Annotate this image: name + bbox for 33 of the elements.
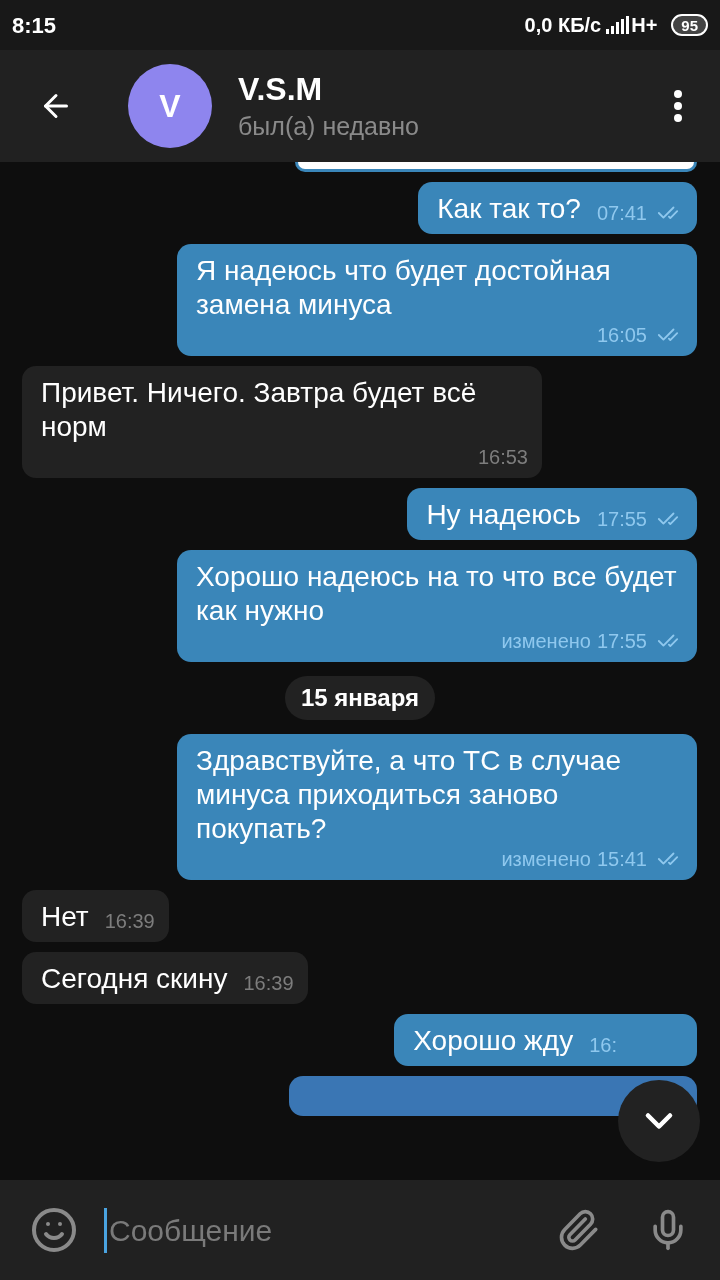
signal-icon — [605, 15, 630, 35]
message-time: 15:41 — [596, 847, 647, 871]
message-text: Я надеюсь что будет достойная замена минуса — [196, 254, 612, 322]
message-text: Хорошо надеюсь на то что все будет как нужно — [196, 560, 678, 628]
avatar: V — [128, 64, 212, 148]
message-time: 17:55 — [596, 507, 647, 531]
message-text: Нет — [41, 900, 89, 934]
edited-label: изменено — [501, 847, 591, 871]
message-time: 16:53 — [477, 445, 528, 469]
network-speed: 0,0 КБ/с — [524, 13, 602, 38]
message-text: Здравствуйте, а что ТС в случае минуса приходиться заново покупать? — [196, 744, 622, 846]
message-text: Сегодня скину — [41, 962, 228, 996]
menu-icon — [674, 90, 682, 122]
message-time: 17:55 — [596, 629, 647, 653]
message-time: 16: — [589, 1033, 617, 1057]
message-time: 07:41 — [596, 201, 647, 225]
message-composer[interactable]: Сообщение — [0, 1180, 720, 1280]
emoji-icon[interactable] — [30, 1206, 78, 1254]
message-text: Как так то? — [437, 192, 581, 226]
network-type: H+ — [631, 13, 658, 38]
message-time: 16:05 — [596, 323, 647, 347]
message-input[interactable]: Сообщение — [104, 1207, 556, 1253]
message-time: 16:39 — [243, 971, 294, 995]
clock: 8:15 — [12, 11, 57, 40]
contact-status: был(а) недавно — [238, 111, 420, 142]
message-text: Хорошо жду — [413, 1024, 574, 1058]
battery-indicator: 95 — [671, 14, 708, 36]
message-time: 16:39 — [104, 909, 155, 933]
edited-label: изменено — [501, 629, 591, 653]
message-text: Ну надеюсь — [426, 498, 581, 532]
date-label: 15 января — [285, 676, 435, 720]
contact-name: V.S.M — [238, 70, 324, 109]
message-text: Привет. Ничего. Завтра будет всё норм — [41, 376, 478, 444]
